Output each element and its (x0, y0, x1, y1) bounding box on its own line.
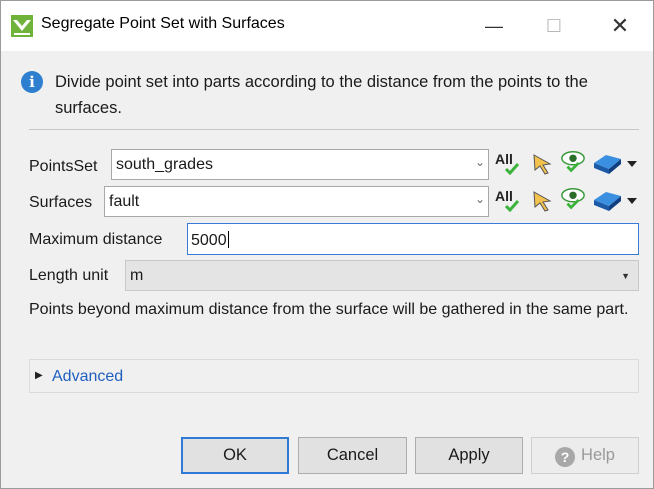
expand-triangle-icon: ▶ (35, 370, 43, 381)
surface-style-icon[interactable] (591, 151, 639, 177)
dropdown-arrow-icon: ▼ (621, 271, 630, 281)
check-icon (505, 200, 519, 212)
max-distance-label: Maximum distance (29, 231, 163, 248)
advanced-section[interactable]: ▶ Advanced (29, 359, 639, 393)
surfaces-label: Surfaces (29, 194, 93, 211)
select-all-button[interactable]: All (495, 188, 523, 214)
app-logo-icon (11, 15, 33, 37)
advanced-label: Advanced (52, 368, 124, 385)
pointsset-combo[interactable]: south_grades ⌄ (111, 149, 489, 180)
pointsset-label: PointsSet (29, 158, 98, 175)
help-label: Help (581, 446, 615, 464)
help-note: Points beyond maximum distance from the … (29, 301, 629, 318)
pick-arrow-icon[interactable] (529, 188, 555, 214)
minimize-button[interactable]: — (471, 9, 517, 43)
eye-visibility-icon[interactable] (559, 149, 587, 175)
pick-arrow-icon[interactable] (529, 151, 555, 177)
ok-button[interactable]: OK (181, 437, 289, 474)
dialog-window: Segregate Point Set with Surfaces — ☐ ✕ … (0, 0, 654, 489)
chevron-down-icon: ⌄ (474, 155, 485, 169)
apply-button[interactable]: Apply (415, 437, 523, 474)
surfaces-value: fault (109, 193, 140, 210)
length-unit-label: Length unit (29, 267, 109, 284)
surfaces-combo[interactable]: fault ⌄ (104, 186, 489, 217)
maximize-button[interactable]: ☐ (531, 9, 577, 43)
window-title: Segregate Point Set with Surfaces (41, 15, 285, 32)
separator (29, 129, 639, 130)
pointsset-value: south_grades (116, 156, 213, 173)
eye-visibility-icon[interactable] (559, 186, 587, 212)
description-text: Divide point set into parts according to… (55, 73, 588, 117)
max-distance-value: 5000 (191, 231, 229, 249)
chevron-down-icon: ⌄ (474, 192, 485, 206)
max-distance-input[interactable]: 5000 (187, 223, 639, 255)
help-button[interactable]: ? Help (531, 437, 639, 474)
check-icon (505, 163, 519, 175)
surface-style-icon[interactable] (591, 188, 639, 214)
length-unit-select[interactable]: m ▼ (125, 260, 639, 291)
cancel-button[interactable]: Cancel (298, 437, 407, 474)
help-icon: ? (555, 447, 576, 467)
select-all-button[interactable]: All (495, 151, 523, 177)
info-icon: i (21, 71, 43, 93)
length-unit-value: m (130, 267, 144, 284)
close-button[interactable]: ✕ (597, 9, 643, 43)
title-bar[interactable]: Segregate Point Set with Surfaces — ☐ ✕ (1, 1, 653, 51)
